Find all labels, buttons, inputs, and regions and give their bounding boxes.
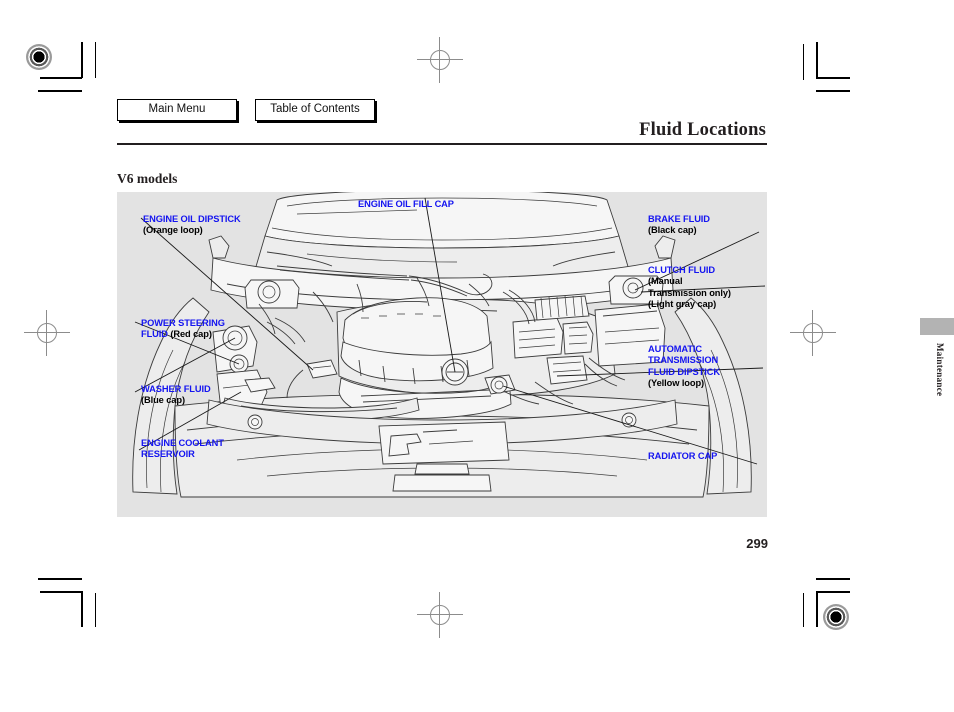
callout-key-text: POWER STEERING	[141, 318, 225, 328]
callout-engine-oil-fill-cap: ENGINE OIL FILL CAP	[358, 199, 454, 210]
callout-sub-text: (Yellow loop)	[648, 378, 705, 389]
callout-sub-text: (Manual	[648, 276, 683, 287]
callout-key-text: ENGINE COOLANT	[141, 438, 224, 448]
callout-key-text: ENGINE OIL FILL CAP	[358, 199, 454, 209]
callout-engine-coolant-reservoir: ENGINE COOLANT RESERVOIR	[141, 438, 224, 461]
callout-key-text-line3: FLUID DIPSTICK	[648, 366, 720, 377]
callout-radiator-cap: RADIATOR CAP	[648, 451, 717, 462]
title-divider	[117, 143, 767, 145]
section-label: V6 models	[117, 171, 178, 186]
callout-key-text: ENGINE OIL DIPSTICK	[143, 214, 241, 224]
callout-sub-text: (Blue cap)	[141, 395, 185, 406]
callout-key-text-line2: RESERVOIR	[141, 449, 195, 460]
navigation-bar: Main Menu Table of Contents	[117, 99, 375, 121]
callout-brake-fluid: BRAKE FLUID (Black cap)	[648, 214, 710, 237]
callout-key-text: CLUTCH FLUID	[648, 265, 715, 275]
callout-key-text: BRAKE FLUID	[648, 214, 710, 224]
callout-sub-text: Transmission only)	[648, 287, 731, 298]
callout-sub-text: (Light gray cap)	[648, 299, 717, 310]
side-tab-block	[920, 318, 954, 335]
page-title: Fluid Locations	[639, 120, 766, 140]
manual-page: Main Menu Table of Contents Fluid Locati…	[0, 0, 954, 712]
callout-key-text-line2: TRANSMISSION	[648, 355, 719, 366]
callout-clutch-fluid: CLUTCH FLUID (Manual Transmission only) …	[648, 265, 731, 311]
callout-key-text-line2: FLUID	[141, 329, 168, 340]
callout-washer-fluid: WASHER FLUID (Blue cap)	[141, 384, 211, 407]
callout-key-text: RADIATOR CAP	[648, 451, 718, 461]
callout-sub-text: (Red cap)	[170, 329, 212, 340]
page-number: 299	[746, 536, 768, 551]
callout-engine-oil-dipstick: ENGINE OIL DIPSTICK (Orange loop)	[143, 214, 241, 237]
callout-sub-text: (Black cap)	[648, 225, 697, 236]
table-of-contents-button[interactable]: Table of Contents	[255, 99, 375, 121]
callout-sub-text: (Orange loop)	[143, 225, 203, 236]
callout-key-text: WASHER FLUID	[141, 384, 211, 394]
callout-power-steering-fluid: POWER STEERING FLUID (Red cap)	[141, 318, 225, 341]
callout-automatic-transmission-fluid-dipstick: AUTOMATIC TRANSMISSION FLUID DIPSTICK (Y…	[648, 344, 720, 390]
main-menu-button[interactable]: Main Menu	[117, 99, 237, 121]
side-tab-label: Maintenance	[935, 343, 945, 397]
callout-key-text: AUTOMATIC	[648, 344, 703, 354]
